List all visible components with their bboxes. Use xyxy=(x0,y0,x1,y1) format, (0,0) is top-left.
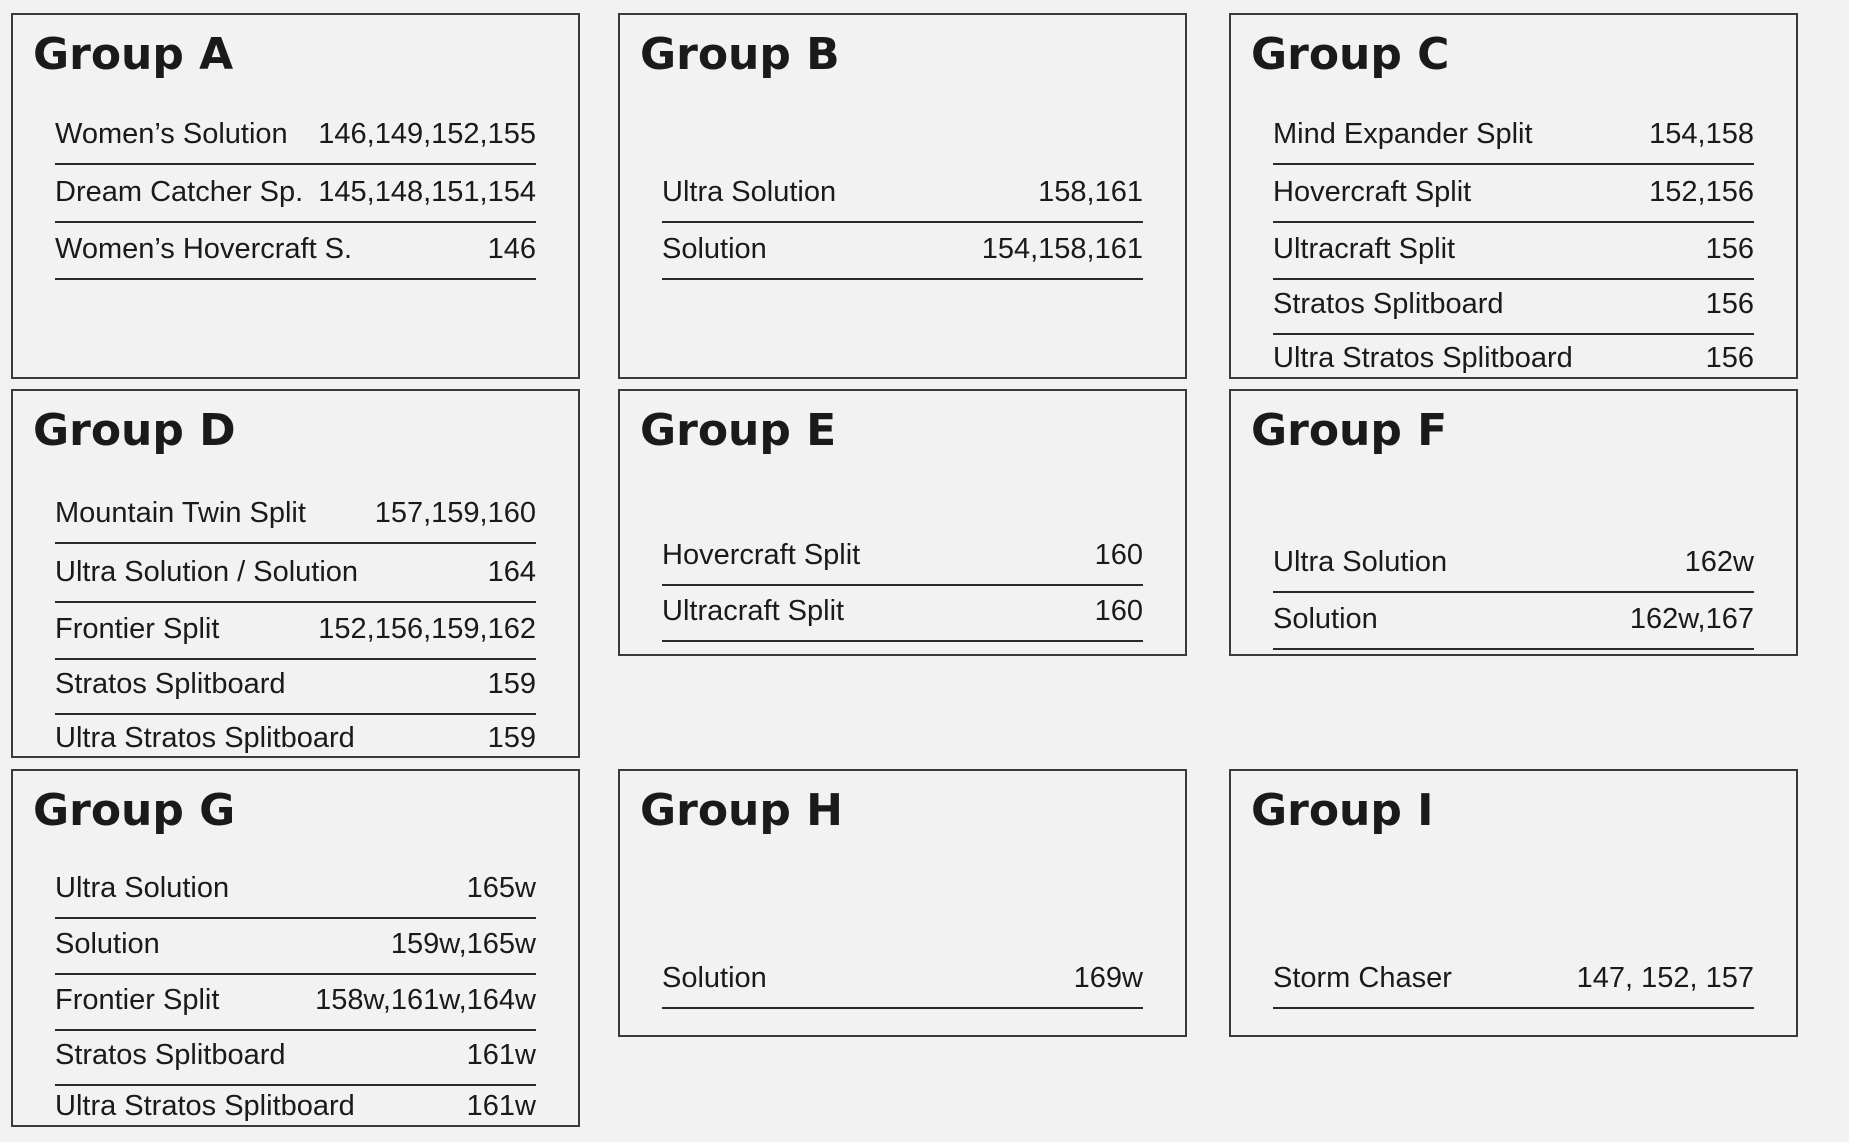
board-sizes: 158w,161w,164w xyxy=(315,984,536,1016)
board-name: Women’s Hovercraft S. xyxy=(55,233,353,265)
list-item: Women’s Solution 146,149,152,155 xyxy=(55,108,536,165)
list-item: Stratos Splitboard 161w xyxy=(55,1031,536,1086)
list-item: Ultracraft Split 156 xyxy=(1273,223,1754,280)
board-sizes: 152,156 xyxy=(1649,176,1754,208)
group-d-card: Group D Mountain Twin Split 157,159,160 … xyxy=(11,389,580,758)
board-name: Mind Expander Split xyxy=(1273,118,1533,150)
list-item: Solution 159w,165w xyxy=(55,919,536,975)
board-name: Stratos Splitboard xyxy=(55,668,286,700)
board-name: Ultra Stratos Splitboard xyxy=(55,722,355,754)
list-item: Dream Catcher Sp. 145,148,151,154 xyxy=(55,165,536,223)
group-i-card: Group I Storm Chaser 147, 152, 157 xyxy=(1229,769,1798,1037)
board-sizes: 156 xyxy=(1705,288,1754,320)
board-name: Solution xyxy=(1273,603,1378,635)
group-a-card: Group A Women’s Solution 146,149,152,155… xyxy=(11,13,580,379)
list-item: Stratos Splitboard 159 xyxy=(55,660,536,715)
group-c-card: Group C Mind Expander Split 154,158 Hove… xyxy=(1229,13,1798,379)
board-name: Solution xyxy=(55,928,160,960)
board-name: Frontier Split xyxy=(55,984,220,1016)
board-name: Ultra Stratos Splitboard xyxy=(1273,342,1573,374)
board-sizes: 156 xyxy=(1705,233,1754,265)
list-item: Mountain Twin Split 157,159,160 xyxy=(55,484,536,544)
list-item: Ultra Stratos Splitboard 156 xyxy=(1273,335,1754,379)
board-sizes: 146 xyxy=(487,233,536,265)
board-name: Stratos Splitboard xyxy=(1273,288,1504,320)
group-b-card: Group B Ultra Solution 158,161 Solution … xyxy=(618,13,1187,379)
list-item: Hovercraft Split 160 xyxy=(662,529,1143,586)
board-sizes: 169w xyxy=(1073,962,1143,994)
board-name: Solution xyxy=(662,962,767,994)
group-title: Group D xyxy=(33,405,236,456)
board-sizes: 161w xyxy=(466,1090,536,1122)
board-sizes: 159 xyxy=(487,722,536,754)
group-title: Group G xyxy=(33,785,236,836)
group-e-card: Group E Hovercraft Split 160 Ultracraft … xyxy=(618,389,1187,656)
board-name: Stratos Splitboard xyxy=(55,1039,286,1071)
list-item: Frontier Split 152,156,159,162 xyxy=(55,603,536,660)
board-name: Ultra Solution / Solution xyxy=(55,556,359,588)
board-sizes: 145,148,151,154 xyxy=(318,176,536,208)
board-sizes: 146,149,152,155 xyxy=(318,118,536,150)
board-sizes: 160 xyxy=(1094,595,1143,627)
board-sizes: 162w xyxy=(1684,546,1754,578)
board-sizes: 152,156,159,162 xyxy=(318,613,536,645)
board-sizes: 159 xyxy=(487,668,536,700)
list-item: Women’s Hovercraft S. 146 xyxy=(55,223,536,280)
board-name: Dream Catcher Sp. xyxy=(55,176,304,208)
group-f-card: Group F Ultra Solution 162w Solution 162… xyxy=(1229,389,1798,656)
list-item: Ultra Stratos Splitboard 159 xyxy=(55,715,536,759)
board-name: Ultra Solution xyxy=(662,176,837,208)
board-name: Storm Chaser xyxy=(1273,962,1452,994)
group-title: Group F xyxy=(1251,405,1448,456)
group-title: Group B xyxy=(640,29,840,80)
board-sizes: 147, 152, 157 xyxy=(1576,962,1754,994)
group-title: Group E xyxy=(640,405,837,456)
board-name: Mountain Twin Split xyxy=(55,497,306,529)
list-item: Solution 169w xyxy=(662,951,1143,1009)
list-item: Stratos Splitboard 156 xyxy=(1273,280,1754,335)
list-item: Ultra Solution 158,161 xyxy=(662,165,1143,223)
group-g-card: Group G Ultra Solution 165w Solution 159… xyxy=(11,769,580,1127)
list-item: Frontier Split 158w,161w,164w xyxy=(55,975,536,1031)
board-sizes: 159w,165w xyxy=(390,928,536,960)
list-item: Ultra Solution 162w xyxy=(1273,535,1754,593)
board-name: Women’s Solution xyxy=(55,118,288,150)
board-sizes: 154,158 xyxy=(1649,118,1754,150)
board-name: Ultra Stratos Splitboard xyxy=(55,1090,355,1122)
list-item: Hovercraft Split 152,156 xyxy=(1273,165,1754,223)
list-item: Ultra Stratos Splitboard 161w xyxy=(55,1086,536,1127)
board-sizes: 154,158,161 xyxy=(981,233,1143,265)
board-name: Ultracraft Split xyxy=(662,595,845,627)
board-sizes: 162w,167 xyxy=(1629,603,1754,635)
list-item: Solution 162w,167 xyxy=(1273,593,1754,650)
group-h-card: Group H Solution 169w xyxy=(618,769,1187,1037)
group-title: Group H xyxy=(640,785,844,836)
list-item: Ultra Solution / Solution 164 xyxy=(55,544,536,603)
board-sizes: 156 xyxy=(1705,342,1754,374)
board-sizes: 158,161 xyxy=(1038,176,1143,208)
list-item: Ultracraft Split 160 xyxy=(662,586,1143,642)
board-name: Ultra Solution xyxy=(1273,546,1448,578)
group-title: Group C xyxy=(1251,29,1450,80)
list-item: Mind Expander Split 154,158 xyxy=(1273,108,1754,165)
group-title: Group A xyxy=(33,29,234,80)
board-sizes: 164 xyxy=(487,556,536,588)
board-name: Hovercraft Split xyxy=(662,539,861,571)
list-item: Ultra Solution 165w xyxy=(55,864,536,919)
board-sizes: 165w xyxy=(466,872,536,904)
list-item: Solution 154,158,161 xyxy=(662,223,1143,280)
board-sizes: 160 xyxy=(1094,539,1143,571)
board-sizes: 157,159,160 xyxy=(374,497,536,529)
board-name: Ultra Solution xyxy=(55,872,230,904)
list-item: Storm Chaser 147, 152, 157 xyxy=(1273,951,1754,1009)
board-name: Solution xyxy=(662,233,767,265)
board-sizes: 161w xyxy=(466,1039,536,1071)
group-title: Group I xyxy=(1251,785,1434,836)
board-name: Ultracraft Split xyxy=(1273,233,1456,265)
board-name: Hovercraft Split xyxy=(1273,176,1472,208)
board-name: Frontier Split xyxy=(55,613,220,645)
